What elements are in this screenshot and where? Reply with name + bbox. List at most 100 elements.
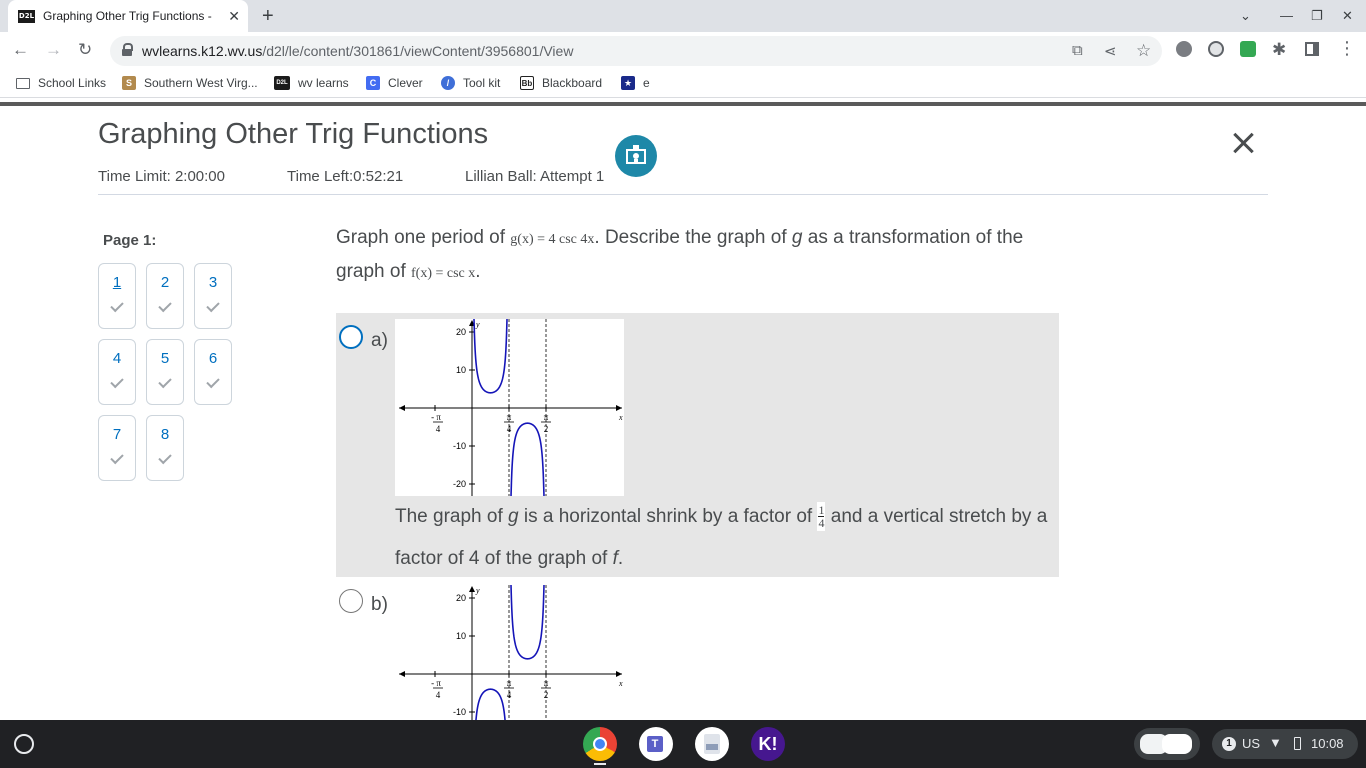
question-nav-2[interactable]: 2: [146, 263, 184, 329]
extension-face-icon[interactable]: [1208, 41, 1224, 57]
question-nav-1[interactable]: 1: [98, 263, 136, 329]
close-tab-icon[interactable]: ✕: [228, 8, 240, 25]
option-b-graph: yx2010-10- π4π4π2: [395, 585, 624, 720]
y-tick-label: 10: [456, 365, 466, 375]
status-tray[interactable]: 1 US ▼ 10:08: [1212, 729, 1358, 759]
extensions-puzzle-icon[interactable]: ✱: [1272, 40, 1286, 60]
accessibility-tools-button[interactable]: [615, 135, 657, 177]
teams-app-icon[interactable]: T: [639, 727, 673, 761]
question-middle: . Describe the graph of: [594, 227, 792, 248]
close-window-icon[interactable]: ✕: [1342, 8, 1353, 24]
clock: 10:08: [1311, 736, 1344, 751]
tab-strip: D2L Graphing Other Trig Functions - ✕ + …: [0, 0, 1366, 32]
x-tick-label: - π: [431, 412, 441, 422]
question-number: 5: [160, 350, 170, 367]
open-in-app-icon[interactable]: ⧉: [1072, 42, 1083, 59]
chrome-app-icon[interactable]: [583, 727, 617, 761]
d2l-icon: D2L: [274, 76, 290, 90]
restore-icon[interactable]: ❐: [1311, 8, 1323, 24]
bookmark-label: Clever: [388, 76, 423, 90]
question-nav-5[interactable]: 5: [146, 339, 184, 405]
answered-check-icon: [110, 450, 124, 465]
bookmark-star-icon[interactable]: ☆: [1136, 41, 1151, 61]
question-nav-3[interactable]: 3: [194, 263, 232, 329]
page-top-bar: [0, 102, 1366, 106]
pdf-app-icon[interactable]: [695, 727, 729, 761]
question-number: 3: [208, 274, 218, 291]
question-number: 4: [112, 350, 122, 367]
x-tick-label: - π: [431, 678, 441, 688]
url-path: /d2l/le/content/301861/viewContent/39568…: [262, 43, 574, 59]
bookmark-label: e: [643, 76, 650, 90]
browser-tab[interactable]: D2L Graphing Other Trig Functions - ✕: [8, 0, 248, 32]
side-panel-icon[interactable]: [1305, 42, 1319, 56]
question-nav-8[interactable]: 8: [146, 415, 184, 481]
bookmarks-bar: School Links S Southern West Virg... D2L w…: [0, 70, 1366, 98]
quiz-title: Graphing Other Trig Functions: [98, 118, 489, 150]
bookmark-e[interactable]: ★ e: [621, 76, 650, 90]
bookmark-school-links[interactable]: School Links: [16, 76, 106, 90]
url-host: wvlearns.k12.wv.us: [142, 43, 263, 59]
option-b-label: b): [371, 594, 388, 615]
x-tick-denominator: 4: [436, 690, 441, 700]
holding-space-icon[interactable]: [1134, 728, 1200, 760]
menu-dots-icon[interactable]: ⋮: [1338, 38, 1356, 59]
question-nav-6[interactable]: 6: [194, 339, 232, 405]
tools-building-icon: [626, 145, 646, 164]
minimize-icon[interactable]: —: [1280, 8, 1293, 23]
bookmark-label: wv learns: [298, 76, 349, 90]
reload-icon[interactable]: ↻: [78, 40, 92, 60]
new-tab-icon[interactable]: +: [262, 5, 274, 28]
forward-icon[interactable]: →: [45, 40, 62, 60]
tab-title: Graphing Other Trig Functions -: [43, 9, 212, 23]
x-axis-label: x: [618, 413, 623, 422]
question-number: 2: [160, 274, 170, 291]
address-bar[interactable]: wvlearns.k12.wv.us/d2l/le/content/301861…: [110, 36, 1162, 66]
lock-icon: [122, 43, 133, 56]
bookmark-wv-learns[interactable]: D2L wv learns: [274, 76, 349, 90]
y-axis-arrow: [469, 586, 475, 592]
share-icon[interactable]: ⋖: [1104, 42, 1117, 60]
desc-part2: is a horizontal shrink by a factor of: [518, 506, 818, 527]
launcher-icon[interactable]: [14, 734, 34, 754]
extension-green-icon[interactable]: [1240, 41, 1256, 57]
y-tick-label: -20: [453, 479, 466, 489]
desc-g: g: [508, 506, 519, 527]
extension-pie-icon[interactable]: [1176, 41, 1192, 57]
desc-end: .: [617, 548, 624, 569]
question-prefix: Graph one period of: [336, 227, 511, 248]
csc-curve-branch: [510, 422, 545, 496]
tab-search-icon[interactable]: ⌄: [1240, 8, 1251, 24]
question-nav-7[interactable]: 7: [98, 415, 136, 481]
frac-denominator: 4: [818, 516, 825, 531]
bookmark-blackboard[interactable]: Bb Blackboard: [520, 76, 602, 90]
bookmark-label: School Links: [38, 76, 107, 90]
close-quiz-icon[interactable]: [1228, 128, 1258, 158]
option-b-radio[interactable]: [339, 589, 363, 613]
y-tick-label: 10: [456, 631, 466, 641]
star-badge-icon: ★: [621, 76, 635, 90]
question-nav-4[interactable]: 4: [98, 339, 136, 405]
x-axis-label: x: [618, 679, 623, 688]
y-tick-label: -10: [453, 707, 466, 717]
page-label: Page 1:: [103, 232, 157, 249]
bookmark-label: Tool kit: [463, 76, 501, 90]
option-a-label: a): [371, 330, 388, 351]
option-a-description: The graph of g is a horizontal shrink by…: [395, 496, 1055, 580]
time-left: Time Left:0:52:21: [287, 168, 404, 185]
answered-check-icon: [158, 374, 172, 389]
back-icon[interactable]: ←: [12, 40, 29, 60]
desc-part1: The graph of: [395, 506, 509, 527]
y-tick-label: 20: [456, 593, 466, 603]
bookmark-tool-kit[interactable]: / Tool kit: [441, 76, 500, 90]
question-end: .: [475, 261, 481, 282]
bookmark-southern-wv[interactable]: S Southern West Virg...: [122, 76, 258, 90]
header-divider: [98, 194, 1268, 195]
kahoot-app-icon[interactable]: K!: [751, 727, 785, 761]
bookmark-clever[interactable]: C Clever: [366, 76, 423, 90]
option-a-radio[interactable]: [339, 325, 363, 349]
f-definition: f(x) = csc x: [411, 266, 476, 281]
option-a-graph: yx2010-10-20- π4π4π2: [395, 319, 624, 496]
y-axis-label: y: [475, 320, 480, 329]
csc-curve-branch: [473, 319, 508, 394]
